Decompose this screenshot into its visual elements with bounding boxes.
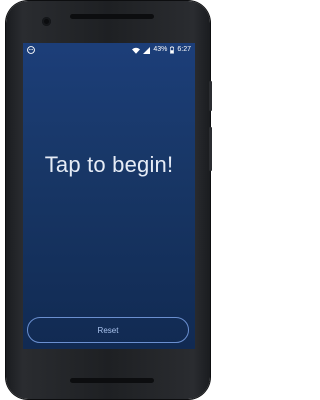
signal-icon [143, 46, 151, 54]
top-speaker [70, 14, 154, 19]
clock: 6:27 [177, 46, 191, 53]
volume-button [209, 127, 212, 171]
reset-button[interactable]: Reset [27, 317, 189, 343]
status-bar: 43% 6:27 [23, 43, 195, 57]
app-screen[interactable]: 43% 6:27 Tap to begin! Reset [23, 43, 195, 349]
battery-percent: 43% [153, 46, 168, 53]
power-button [209, 81, 212, 111]
battery-icon [170, 46, 175, 54]
wifi-icon [132, 47, 141, 54]
tap-to-begin-label[interactable]: Tap to begin! [23, 152, 195, 178]
app-notification-icon [27, 46, 35, 54]
bottom-speaker [70, 378, 154, 383]
front-camera [42, 17, 51, 26]
status-icons: 43% 6:27 [132, 45, 191, 55]
